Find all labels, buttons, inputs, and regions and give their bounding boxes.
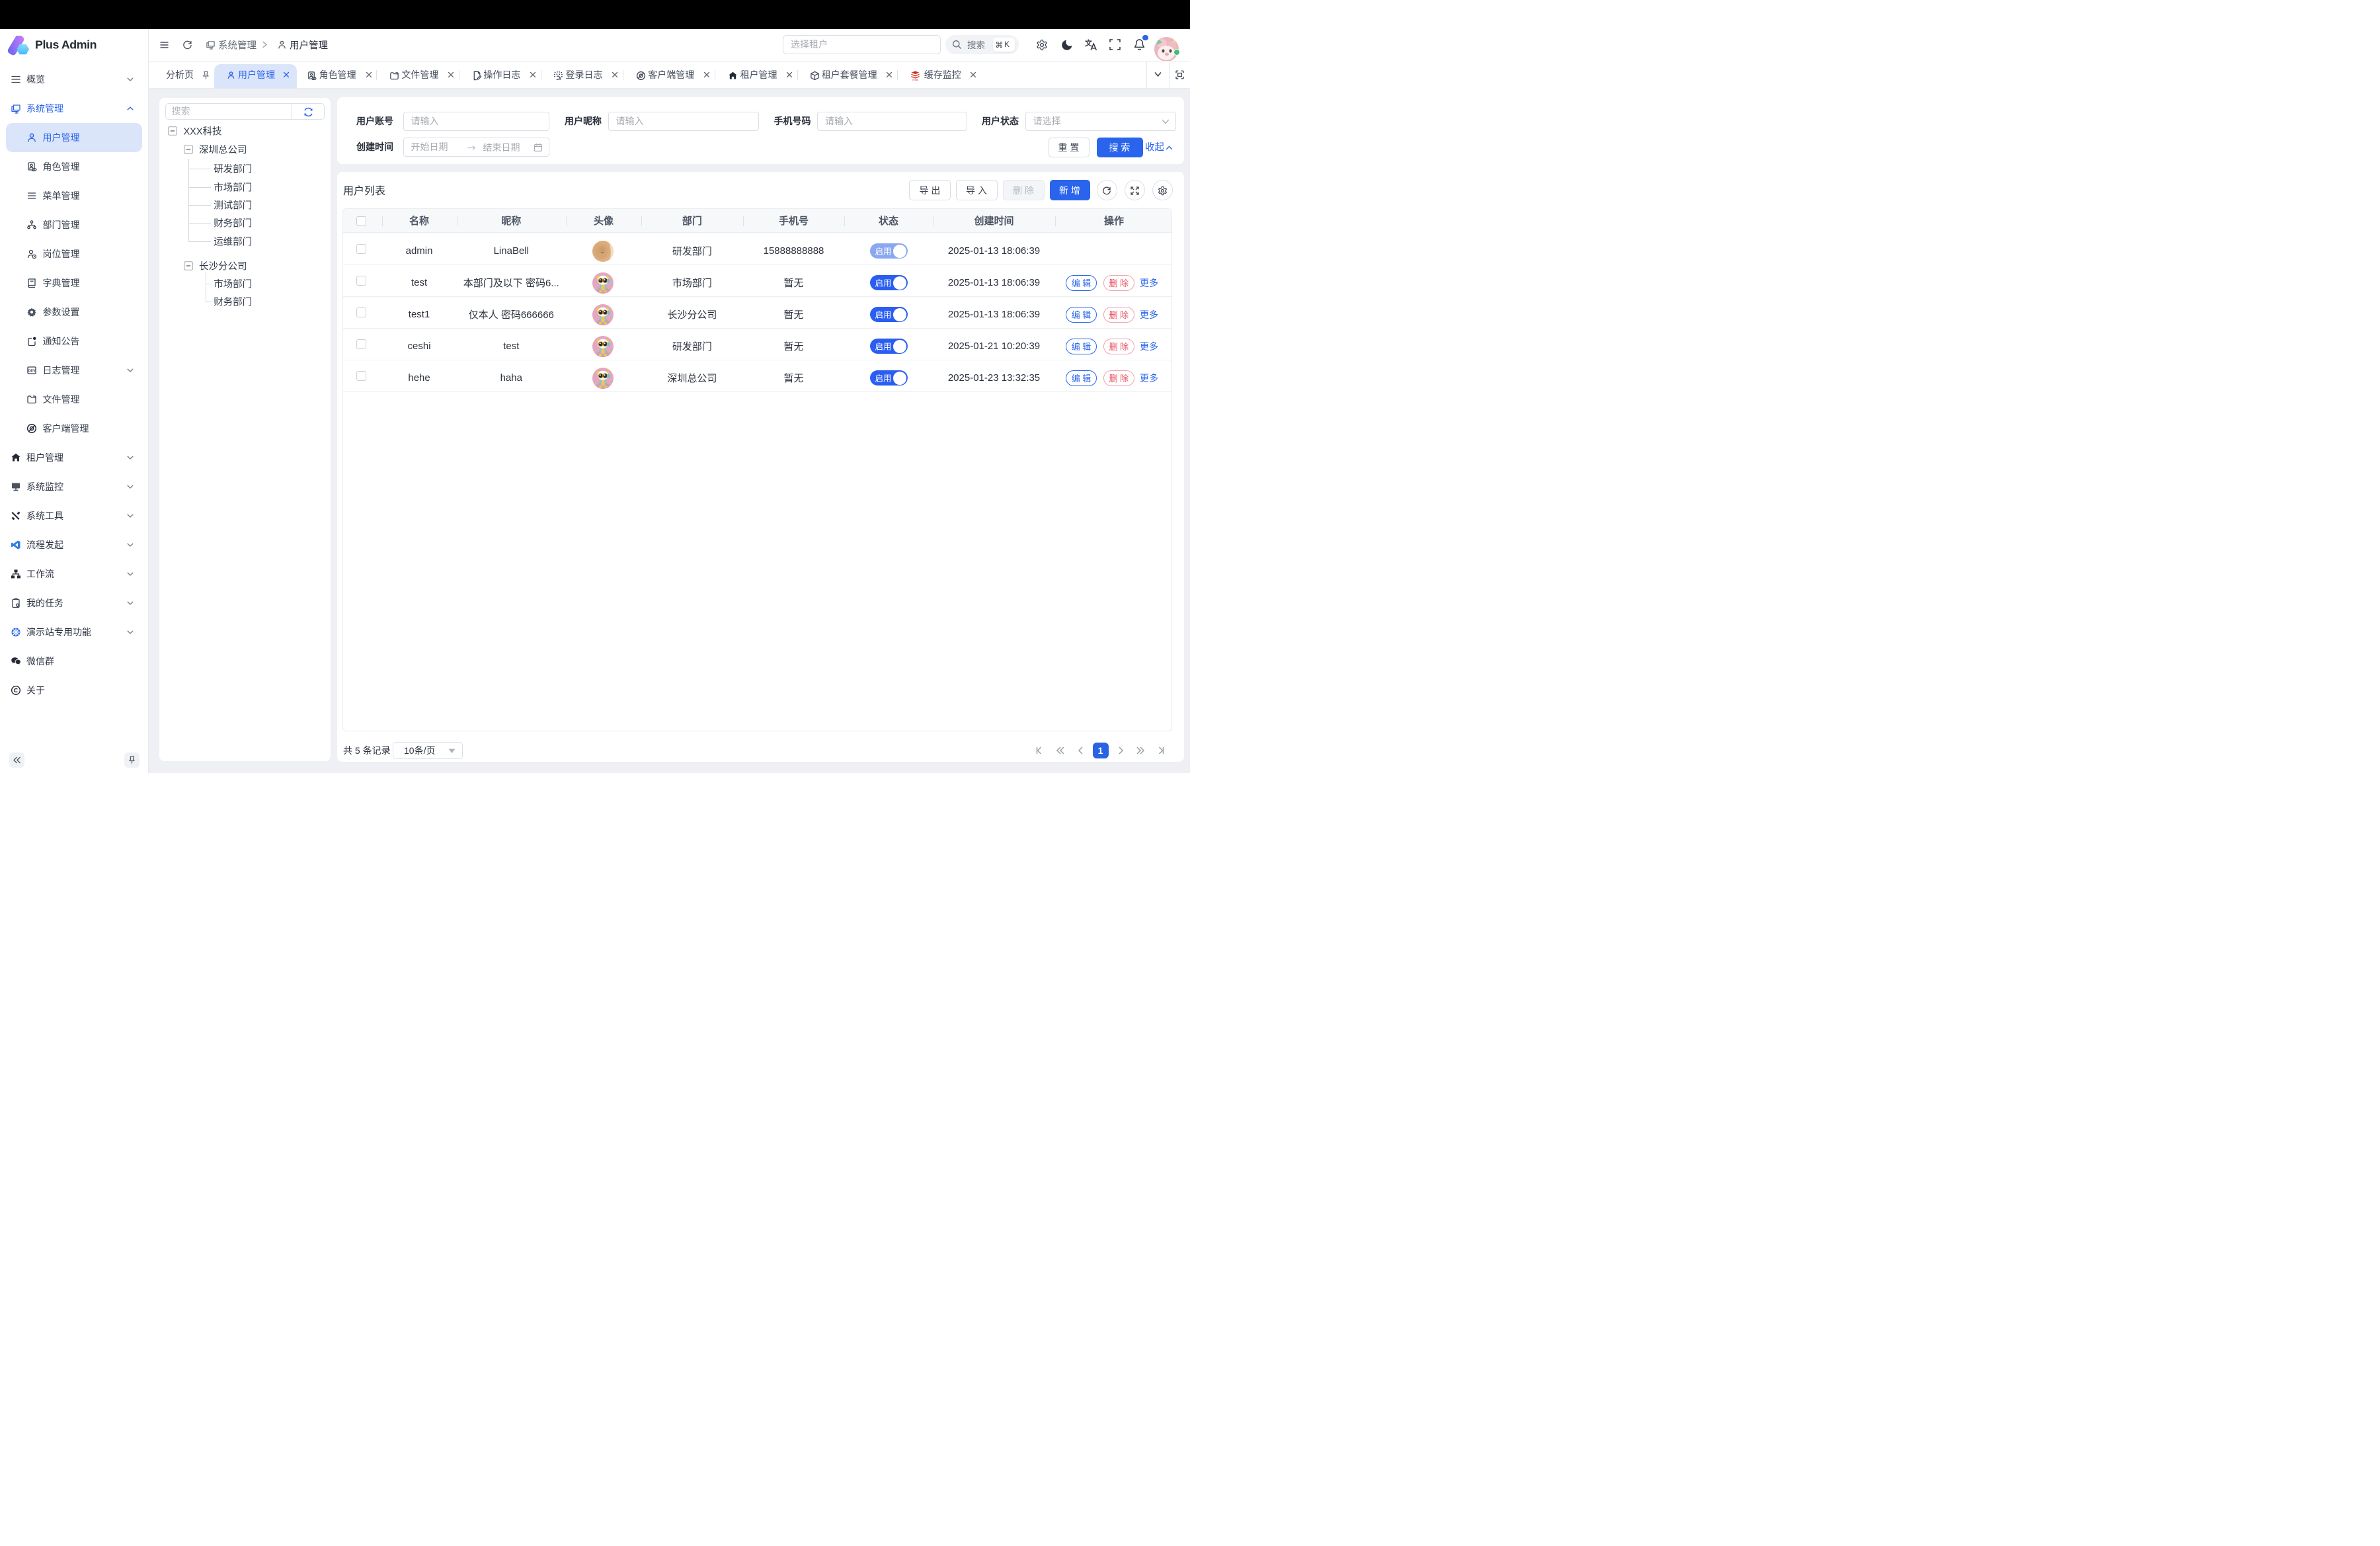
svg-text:文: 文 <box>1085 39 1093 48</box>
svg-text:redis: redis <box>912 78 918 81</box>
svg-text:DEV: DEV <box>28 369 36 373</box>
